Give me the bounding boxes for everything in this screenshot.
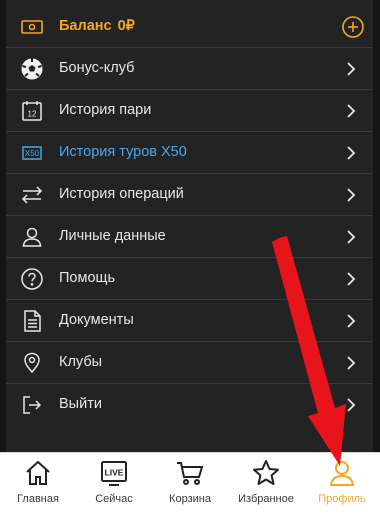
tab-label: Корзина: [169, 493, 211, 505]
tab-label: Сейчас: [95, 493, 133, 505]
user-icon: [20, 225, 44, 249]
add-funds-icon[interactable]: [341, 15, 365, 39]
star-icon: [253, 460, 279, 485]
chevron-right-icon: [347, 356, 356, 370]
tab-cart[interactable]: Корзина: [152, 453, 228, 516]
home-icon: [26, 460, 50, 485]
logout-icon: [20, 393, 44, 417]
menu-item-bet-history[interactable]: 12 История пари: [6, 90, 373, 132]
menu-item-clubs[interactable]: Клубы: [6, 342, 373, 384]
tab-favorites[interactable]: Избранное: [228, 453, 304, 516]
menu-item-label: История операций: [59, 186, 184, 202]
balance-amount: 0₽: [117, 18, 135, 34]
chevron-right-icon: [347, 314, 356, 328]
menu-item-x50-history[interactable]: X50 История туров X50: [6, 132, 373, 174]
tab-now[interactable]: LIVE Сейчас: [76, 453, 152, 516]
menu-item-transactions[interactable]: История операций: [6, 174, 373, 216]
menu-item-label: История пари: [59, 102, 152, 118]
menu-item-label: Помощь: [59, 270, 116, 286]
live-icon: LIVE: [101, 461, 127, 486]
wallet-icon: [20, 15, 44, 39]
menu-item-logout[interactable]: Выйти: [6, 384, 373, 426]
menu-item-documents[interactable]: Документы: [6, 300, 373, 342]
chevron-right-icon: [347, 272, 356, 286]
tab-home[interactable]: Главная: [0, 453, 76, 516]
chevron-right-icon: [347, 398, 356, 412]
chevron-right-icon: [347, 62, 356, 76]
chevron-right-icon: [347, 188, 356, 202]
x50-icon: X50: [20, 141, 44, 165]
chevron-right-icon: [347, 146, 356, 160]
menu-item-label: История туров X50: [59, 144, 187, 160]
menu-item-label: Выйти: [59, 396, 102, 412]
balance-label: Баланс 0₽: [59, 18, 135, 34]
tab-label: Главная: [17, 493, 59, 505]
profile-menu: Баланс 0₽ Бонус-клуб 12 История пари X50…: [0, 0, 380, 452]
chevron-right-icon: [347, 230, 356, 244]
tab-label: Профиль: [318, 493, 366, 505]
svg-text:X50: X50: [25, 149, 40, 158]
document-icon: [20, 309, 44, 333]
svg-text:LIVE: LIVE: [105, 468, 124, 478]
chevron-right-icon: [347, 104, 356, 118]
profile-icon: [329, 461, 355, 486]
bottom-tab-bar: Главная LIVE Сейчас Корзина Избранное Пр…: [0, 452, 380, 516]
transfer-arrows-icon: [20, 183, 44, 207]
tab-profile[interactable]: Профиль: [304, 453, 380, 516]
calendar-12-icon: 12: [20, 99, 44, 123]
cart-icon: [177, 462, 204, 485]
menu-item-label: Бонус-клуб: [59, 60, 135, 76]
question-circle-icon: [20, 267, 44, 291]
menu-item-personal-data[interactable]: Личные данные: [6, 216, 373, 258]
location-pin-icon: [20, 351, 44, 375]
menu-item-label: Личные данные: [59, 228, 166, 244]
soccer-ball-icon: [20, 57, 44, 81]
tab-label: Избранное: [238, 493, 294, 505]
svg-text:12: 12: [28, 110, 37, 119]
menu-item-bonus-club[interactable]: Бонус-клуб: [6, 48, 373, 90]
menu-item-help[interactable]: Помощь: [6, 258, 373, 300]
menu-item-label: Документы: [59, 312, 134, 328]
balance-row[interactable]: Баланс 0₽: [6, 6, 373, 48]
menu-item-label: Клубы: [59, 354, 103, 370]
